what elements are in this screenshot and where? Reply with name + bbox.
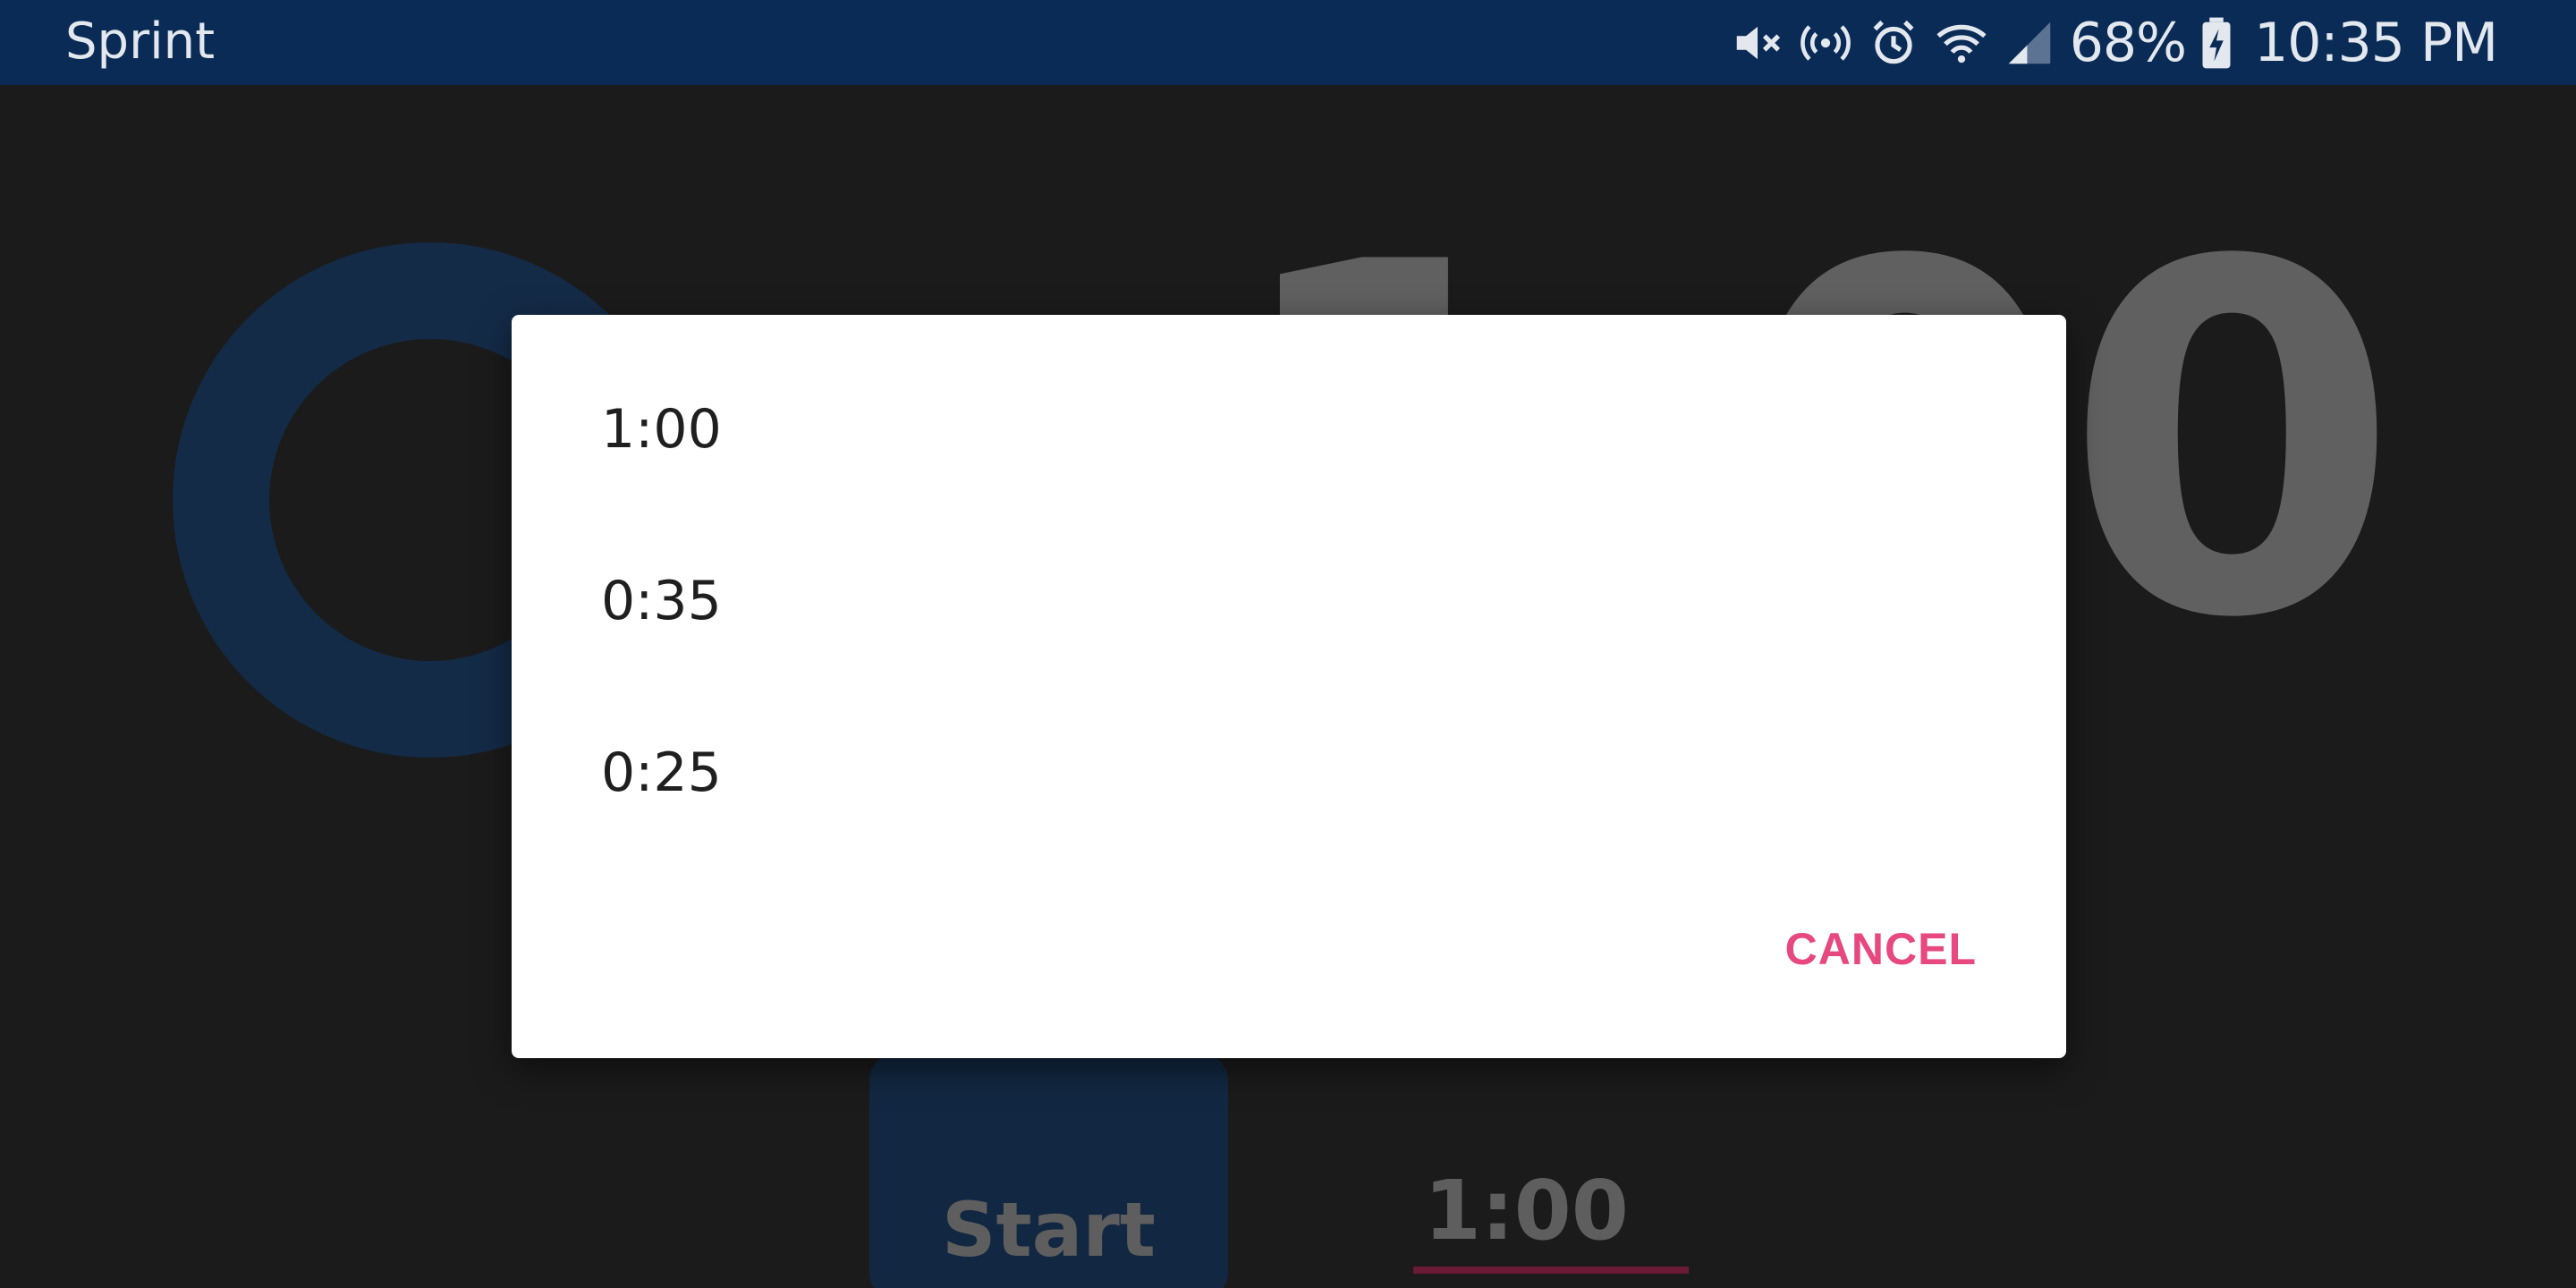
- status-bar: Sprint 68% 10:35 PM: [0, 0, 2576, 85]
- battery-charging-icon: [2199, 15, 2234, 71]
- carrier-label: Sprint: [65, 13, 216, 71]
- signal-icon: [2002, 15, 2057, 71]
- option-label: 0:35: [601, 570, 722, 632]
- status-icons: 68% 10:35 PM: [1730, 9, 2498, 77]
- duration-underline: [1413, 1267, 1689, 1274]
- option-label: 1:00: [601, 398, 722, 461]
- screen: Sprint 68% 10:35 PM 1: [0, 0, 2576, 1288]
- mute-vibrate-icon: [1730, 15, 1785, 71]
- battery-percent: 68%: [2069, 12, 2187, 74]
- duration-value: 1:00: [1424, 1163, 1629, 1258]
- duration-dialog: 1:00 0:35 0:25 CANCEL: [512, 315, 2066, 1058]
- hotspot-icon: [1798, 15, 1853, 71]
- dialog-option[interactable]: 0:25: [512, 687, 2066, 859]
- start-button[interactable]: Start: [869, 1054, 1228, 1288]
- duration-selector[interactable]: 1:00: [1413, 1163, 1689, 1279]
- clock: 10:35 PM: [2254, 12, 2498, 74]
- wifi-icon: [1934, 15, 1989, 71]
- option-label: 0:25: [601, 741, 722, 804]
- dialog-option[interactable]: 0:35: [512, 515, 2066, 687]
- alarm-icon: [1866, 15, 1921, 71]
- dialog-option[interactable]: 1:00: [512, 343, 2066, 515]
- cancel-button[interactable]: CANCEL: [1785, 923, 1977, 975]
